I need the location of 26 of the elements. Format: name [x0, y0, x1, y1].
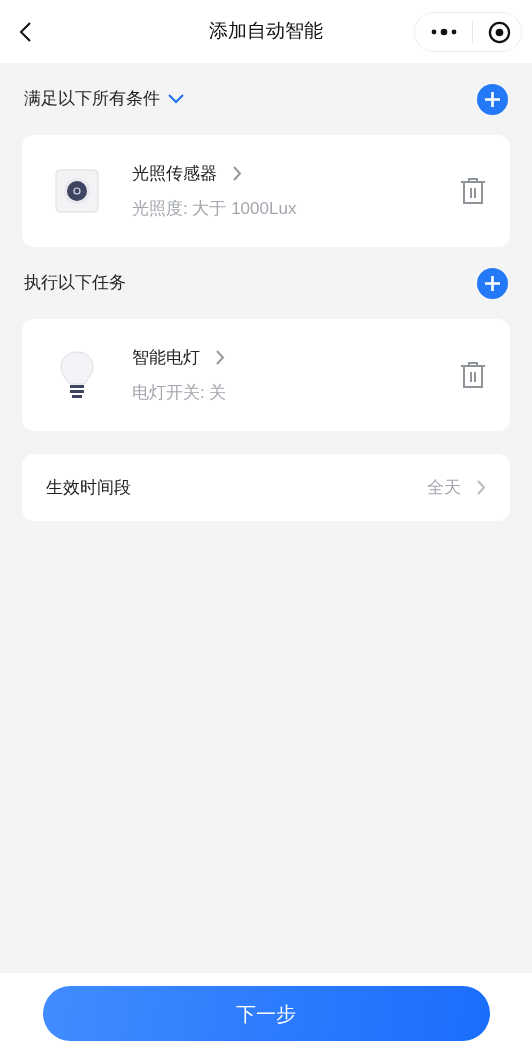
device-card[interactable]: 智能电灯 电灯开关: 关 — [22, 319, 510, 431]
add-icon[interactable] — [477, 83, 508, 115]
chevron-down-icon[interactable] — [168, 94, 184, 104]
bulb-icon — [59, 350, 95, 400]
device-detail: 电灯开关: 关 — [132, 382, 228, 404]
device-name: 智能电灯 — [132, 346, 200, 369]
chevron-icon — [477, 480, 486, 495]
trash-icon[interactable] — [460, 177, 486, 205]
chevron-icon — [216, 349, 225, 365]
schedule-value: 全天 — [427, 476, 461, 499]
chevron-icon — [233, 165, 242, 181]
back-icon[interactable] — [18, 21, 32, 43]
section-title: 满足以下所有条件 — [24, 88, 160, 111]
device-detail: 光照度: 大于 1000Lux — [132, 198, 298, 220]
device-name: 光照传感器 — [132, 162, 217, 185]
schedule-label: 生效时间段 — [46, 476, 132, 499]
trash-icon[interactable] — [460, 361, 486, 389]
add-icon[interactable] — [477, 267, 508, 299]
next-button[interactable]: 下一步 — [42, 986, 490, 1041]
page-title: 添加自动智能 — [209, 19, 323, 44]
schedule-row[interactable]: 生效时间段 全天 — [22, 454, 510, 521]
sensor-icon — [55, 169, 99, 213]
device-card[interactable]: 光照传感器 光照度: 大于 1000Lux — [22, 135, 510, 247]
section-title: 执行以下任务 — [24, 272, 126, 295]
close-icon[interactable] — [488, 20, 511, 44]
more-icon[interactable] — [431, 28, 457, 36]
